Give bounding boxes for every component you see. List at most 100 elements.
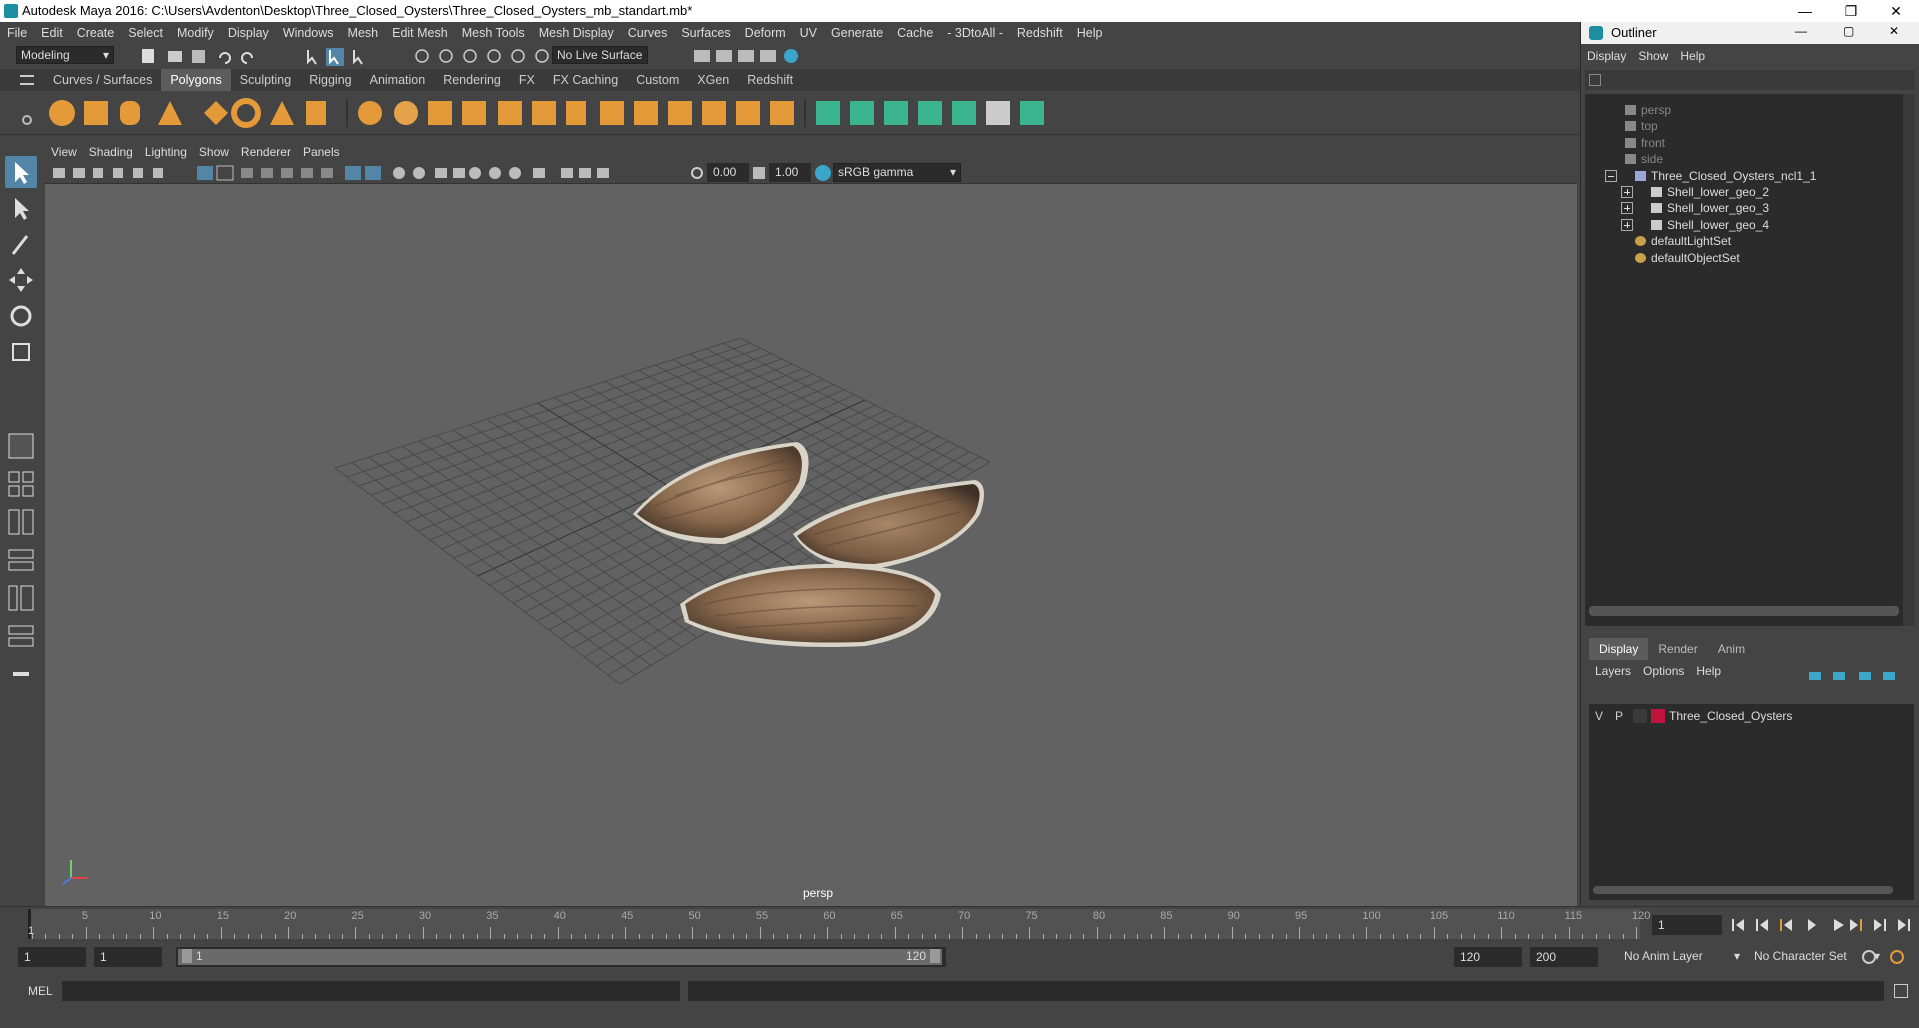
menu-mesh[interactable]: Mesh bbox=[341, 22, 386, 44]
menu-mesh-display[interactable]: Mesh Display bbox=[532, 22, 621, 44]
gamma-field[interactable]: 1.00 bbox=[769, 163, 811, 182]
menu-cache[interactable]: Cache bbox=[890, 22, 940, 44]
menu-create[interactable]: Create bbox=[70, 22, 122, 44]
shelf-tab-rigging[interactable]: Rigging bbox=[300, 69, 360, 91]
oyster-shell-2[interactable] bbox=[793, 480, 984, 569]
menu-redshift[interactable]: Redshift bbox=[1010, 22, 1070, 44]
layer-row[interactable]: V P Three_Closed_Oysters bbox=[1589, 706, 1914, 726]
paint-select-icon[interactable] bbox=[5, 228, 37, 260]
minimize-icon[interactable]: — bbox=[1782, 0, 1828, 22]
layer-tab-render[interactable]: Render bbox=[1648, 638, 1707, 660]
time-slider[interactable]: 1 5 10 15 20 25 30 35 40 45 50 55 60 65 70 75 80 85 90 95 1… bbox=[0, 906, 1919, 942]
layout-custom-icon[interactable] bbox=[5, 658, 37, 690]
shelf-tab-fx[interactable]: FX bbox=[510, 69, 544, 91]
outliner-restore-icon[interactable]: ▢ bbox=[1843, 24, 1854, 38]
menu-curves[interactable]: Curves bbox=[621, 22, 675, 44]
layout-outliner-icon[interactable] bbox=[5, 544, 37, 576]
end-time-field[interactable]: 200 bbox=[1530, 947, 1598, 967]
exposure-field[interactable]: 0.00 bbox=[707, 163, 749, 182]
expand-icon[interactable] bbox=[1621, 218, 1633, 231]
layout-hypershade-icon[interactable] bbox=[5, 620, 37, 652]
outliner-menu-show[interactable]: Show bbox=[1632, 46, 1674, 66]
menu-deform[interactable]: Deform bbox=[738, 22, 793, 44]
expand-icon[interactable] bbox=[1621, 202, 1633, 215]
menu-mesh-tools[interactable]: Mesh Tools bbox=[455, 22, 532, 44]
outliner-item[interactable]: defaultObjectSet bbox=[1585, 248, 1903, 268]
outliner-search-field[interactable] bbox=[1585, 70, 1915, 90]
outliner-menu-help[interactable]: Help bbox=[1674, 46, 1711, 66]
move-tool-icon[interactable] bbox=[5, 264, 37, 296]
scale-tool-icon[interactable] bbox=[5, 336, 37, 368]
layer-playback-toggle[interactable]: P bbox=[1615, 706, 1623, 726]
range-slider[interactable]: 1 120 bbox=[176, 947, 946, 967]
preferences-icon[interactable] bbox=[1890, 950, 1904, 964]
outliner-minimize-icon[interactable]: — bbox=[1795, 24, 1807, 38]
range-start-handle[interactable] bbox=[182, 949, 192, 963]
layout-four-icon[interactable] bbox=[5, 468, 37, 500]
layout-two-icon[interactable] bbox=[5, 506, 37, 538]
menu-edit-mesh[interactable]: Edit Mesh bbox=[385, 22, 455, 44]
playback-end-field[interactable]: 120 bbox=[1454, 947, 1522, 967]
viewport-menu-shading[interactable]: Shading bbox=[83, 142, 139, 162]
time-ruler[interactable]: 1 5 10 15 20 25 30 35 40 45 50 55 60 65 70 75 80 85 90 95 1… bbox=[28, 909, 1650, 939]
menu-windows[interactable]: Windows bbox=[276, 22, 341, 44]
shelf-tab-polygons[interactable]: Polygons bbox=[161, 69, 231, 91]
layer-tab-anim[interactable]: Anim bbox=[1708, 638, 1755, 660]
anim-layer-dropdown[interactable]: No Anim Layer ▾ bbox=[1620, 947, 1744, 967]
menu-display[interactable]: Display bbox=[221, 22, 276, 44]
viewport-menu-panels[interactable]: Panels bbox=[297, 142, 346, 162]
layer-menu-help[interactable]: Help bbox=[1690, 664, 1727, 678]
shelf-menu-icon[interactable] bbox=[20, 75, 34, 85]
viewport-menu-renderer[interactable]: Renderer bbox=[235, 142, 297, 162]
layout-graph-icon[interactable] bbox=[5, 582, 37, 614]
viewport-menu-lighting[interactable]: Lighting bbox=[139, 142, 193, 162]
start-time-field[interactable]: 1 bbox=[18, 947, 86, 967]
shelf-tab-xgen[interactable]: XGen bbox=[688, 69, 738, 91]
layer-menu-layers[interactable]: Layers bbox=[1589, 664, 1637, 678]
layout-single-icon[interactable] bbox=[5, 430, 37, 462]
menu-modify[interactable]: Modify bbox=[170, 22, 221, 44]
shelf-tab-curves-surfaces[interactable]: Curves / Surfaces bbox=[44, 69, 161, 91]
menu-surfaces[interactable]: Surfaces bbox=[674, 22, 737, 44]
viewport-menu-show[interactable]: Show bbox=[193, 142, 235, 162]
mel-input[interactable] bbox=[62, 981, 680, 1001]
layer-menu-options[interactable]: Options bbox=[1637, 664, 1690, 678]
layer-color-swatch[interactable] bbox=[1651, 709, 1665, 723]
auto-key-icon[interactable] bbox=[1862, 950, 1876, 964]
layer-tab-display[interactable]: Display bbox=[1589, 638, 1649, 660]
color-space-dropdown[interactable]: sRGB gamma ▾ bbox=[833, 163, 961, 182]
color-management-icon[interactable] bbox=[815, 165, 831, 181]
menu-3dtoall[interactable]: - 3DtoAll - bbox=[940, 22, 1010, 44]
shelf-tab-rendering[interactable]: Rendering bbox=[434, 69, 510, 91]
range-end-handle[interactable] bbox=[930, 949, 940, 963]
viewport-scene[interactable] bbox=[45, 184, 1577, 906]
collapse-icon[interactable] bbox=[1605, 169, 1617, 182]
menu-help[interactable]: Help bbox=[1070, 22, 1110, 44]
layer-visible-toggle[interactable]: V bbox=[1595, 706, 1603, 726]
menu-file[interactable]: File bbox=[0, 22, 34, 44]
shelf-tab-fx-caching[interactable]: FX Caching bbox=[544, 69, 627, 91]
menu-uv[interactable]: UV bbox=[793, 22, 824, 44]
live-surface-field[interactable]: No Live Surface bbox=[552, 46, 648, 64]
select-tool-icon[interactable] bbox=[5, 156, 37, 188]
menu-select[interactable]: Select bbox=[121, 22, 170, 44]
shelf-tab-sculpting[interactable]: Sculpting bbox=[231, 69, 300, 91]
shelf-tab-redshift[interactable]: Redshift bbox=[738, 69, 802, 91]
rotate-tool-icon[interactable] bbox=[5, 300, 37, 332]
lasso-tool-icon[interactable] bbox=[5, 192, 37, 224]
outliner-vscroll[interactable] bbox=[1903, 94, 1915, 626]
shelf-options-icon[interactable] bbox=[22, 115, 32, 125]
mode-dropdown[interactable]: Modeling ▾ bbox=[16, 46, 114, 64]
oyster-shell-3[interactable] bbox=[680, 563, 941, 647]
current-frame-field[interactable]: 1 bbox=[1652, 915, 1722, 935]
outliner-close-icon[interactable]: ✕ bbox=[1889, 24, 1899, 38]
playback-start-field[interactable]: 1 bbox=[94, 947, 162, 967]
playback-controls-icons[interactable] bbox=[1728, 915, 1918, 935]
menu-generate[interactable]: Generate bbox=[824, 22, 890, 44]
layer-reference-toggle[interactable] bbox=[1633, 709, 1647, 723]
shelf-tab-custom[interactable]: Custom bbox=[627, 69, 688, 91]
layer-hscroll[interactable] bbox=[1593, 886, 1893, 894]
outliner-hscroll[interactable] bbox=[1589, 606, 1899, 616]
3d-viewport[interactable]: persp bbox=[45, 184, 1577, 906]
outliner-menu-display[interactable]: Display bbox=[1581, 46, 1632, 66]
